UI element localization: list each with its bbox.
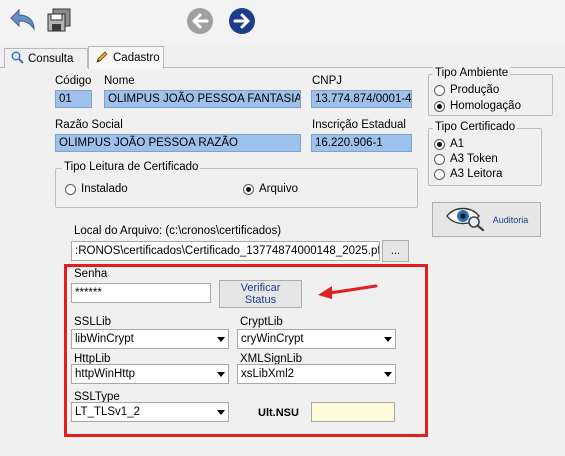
auditoria-button[interactable]: Auditoria — [432, 202, 541, 237]
ssllib-value: libWinCrypt — [75, 333, 134, 345]
verificar-status-button[interactable]: Verificar Status — [219, 280, 302, 308]
chevron-down-icon — [214, 403, 228, 421]
forward-button[interactable] — [227, 7, 257, 37]
annotation-arrow-icon — [316, 282, 378, 303]
undo-button[interactable] — [6, 6, 38, 36]
cryptlib-value: cryWinCrypt — [241, 333, 304, 345]
senha-field[interactable]: ****** — [71, 283, 211, 303]
tipo-certificado-group: Tipo Certificado A1 A3 Token A3 Leitora — [428, 121, 542, 186]
radio-a3-leitora-label: A3 Leitora — [450, 168, 503, 180]
browse-button[interactable]: ... — [382, 240, 409, 262]
chevron-down-icon — [214, 330, 228, 348]
razao-social-field[interactable]: OLIMPUS JOÃO PESSOA RAZÃO — [55, 134, 301, 152]
tipo-certificado-title: Tipo Certificado — [433, 121, 518, 133]
ssltype-select[interactable]: LT_TLSv1_2 — [71, 402, 229, 422]
tipo-ambiente-group: Tipo Ambiente Produção Homologação — [428, 67, 553, 116]
httplib-select[interactable]: httpWinHttp — [71, 364, 229, 384]
forward-arrow-icon — [228, 7, 256, 38]
radio-producao-label: Produção — [450, 84, 500, 96]
radio-arquivo-label: Arquivo — [259, 183, 298, 195]
tab-cadastro[interactable]: Cadastro — [88, 46, 164, 69]
verificar-status-line1: Verificar — [240, 282, 281, 294]
radio-producao[interactable]: Produção — [434, 84, 499, 96]
radio-instalado-indicator — [65, 183, 76, 195]
radio-arquivo-indicator — [243, 183, 254, 195]
radio-a1-indicator — [434, 138, 445, 150]
tab-cadastro-label: Cadastro — [113, 52, 160, 64]
senha-label: Senha — [74, 268, 108, 280]
tipo-leitura-title: Tipo Leitura de Certificado — [62, 161, 201, 173]
radio-a3-token[interactable]: A3 Token — [434, 153, 498, 165]
arquivo-path-field[interactable]: :RONOS\certificados\Certificado_13774874… — [71, 241, 380, 261]
cryptlib-select[interactable]: cryWinCrypt — [237, 329, 396, 349]
magnifier-icon — [11, 51, 24, 67]
radio-arquivo[interactable]: Arquivo — [243, 183, 298, 195]
cnpj-field[interactable]: 13.774.874/0001-48 — [311, 90, 412, 108]
undo-arrow-icon — [7, 7, 37, 36]
chevron-down-icon — [214, 365, 228, 383]
radio-a3-token-label: A3 Token — [450, 153, 498, 165]
arquivo-label: Local do Arquivo: (c:\cronos\certificado… — [74, 225, 282, 237]
ult-nsu-field[interactable] — [311, 402, 395, 422]
radio-a1-label: A1 — [450, 138, 465, 150]
ult-nsu-label: Ult.NSU — [258, 407, 299, 419]
tab-consulta-label: Consulta — [28, 52, 74, 65]
inscricao-estadual-label: Inscrição Estadual — [312, 119, 406, 131]
eye-magnifier-icon — [445, 204, 487, 235]
radio-a3-leitora[interactable]: A3 Leitora — [434, 168, 502, 180]
razao-social-label: Razão Social — [55, 119, 123, 131]
auditoria-label: Auditoria — [492, 214, 529, 225]
httplib-value: httpWinHttp — [75, 368, 136, 380]
chevron-down-icon — [381, 365, 395, 383]
radio-homologacao-indicator — [434, 100, 445, 112]
nome-field[interactable]: OLIMPUS JOÃO PESSOA FANTASIA — [104, 90, 301, 108]
tipo-ambiente-title: Tipo Ambiente — [433, 67, 511, 79]
tipo-leitura-group: Tipo Leitura de Certificado Instalado Ar… — [55, 161, 418, 208]
codigo-field[interactable]: 01 — [55, 90, 92, 108]
back-button[interactable] — [185, 7, 215, 37]
radio-instalado[interactable]: Instalado — [65, 183, 128, 195]
pencil-icon — [95, 50, 109, 67]
save-disk-icon — [46, 7, 72, 36]
tab-consulta[interactable]: Consulta — [4, 48, 88, 68]
back-arrow-icon — [186, 7, 214, 38]
cnpj-label: CNPJ — [312, 75, 343, 87]
radio-a3-leitora-indicator — [434, 168, 445, 180]
chevron-down-icon — [381, 330, 395, 348]
nome-label: Nome — [104, 75, 135, 87]
codigo-label: Código — [55, 75, 92, 87]
verificar-status-line2: Status — [244, 294, 277, 306]
inscricao-estadual-field[interactable]: 16.220.906-1 — [311, 134, 412, 152]
xmlsignlib-select[interactable]: xsLibXml2 — [237, 364, 396, 384]
radio-a3-token-indicator — [434, 153, 445, 165]
tab-strip: Consulta Cadastro — [0, 44, 565, 69]
save-button[interactable] — [44, 6, 74, 36]
radio-producao-indicator — [434, 84, 445, 96]
radio-a1[interactable]: A1 — [434, 138, 464, 150]
ssllib-select[interactable]: libWinCrypt — [71, 329, 229, 349]
ssllib-label: SSLLib — [74, 316, 112, 328]
radio-homologacao-label: Homologação — [450, 100, 521, 112]
cryptlib-label: CryptLib — [240, 316, 283, 328]
radio-instalado-label: Instalado — [81, 183, 128, 195]
radio-homologacao[interactable]: Homologação — [434, 100, 521, 112]
xmlsignlib-value: xsLibXml2 — [241, 368, 295, 380]
toolbar — [0, 0, 565, 44]
ssltype-value: LT_TLSv1_2 — [75, 406, 140, 418]
